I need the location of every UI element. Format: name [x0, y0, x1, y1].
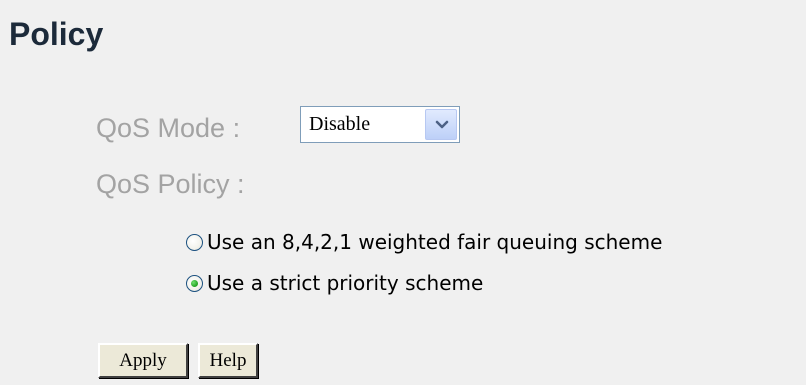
- help-button[interactable]: Help: [198, 343, 258, 378]
- page-title: Policy: [9, 16, 104, 52]
- policy-option-strict[interactable]: Use a strict priority scheme: [186, 268, 483, 298]
- qos-mode-label: QoS Mode :: [96, 113, 241, 143]
- qos-policy-label: QoS Policy :: [96, 169, 245, 199]
- policy-option-wfq[interactable]: Use an 8,4,2,1 weighted fair queuing sch…: [186, 227, 662, 257]
- qos-mode-dropdown-button[interactable]: [425, 109, 457, 140]
- policy-option-strict-label: Use a strict priority scheme: [207, 271, 484, 295]
- radio-strict-priority[interactable]: [186, 274, 203, 292]
- radio-wfq[interactable]: [186, 233, 203, 251]
- radio-selected-dot: [191, 279, 198, 287]
- qos-mode-select[interactable]: Disable: [300, 106, 460, 143]
- chevron-down-icon: [435, 120, 449, 129]
- policy-option-wfq-label: Use an 8,4,2,1 weighted fair queuing sch…: [207, 230, 663, 254]
- apply-button[interactable]: Apply: [98, 343, 188, 378]
- qos-mode-selected-value: Disable: [309, 113, 371, 135]
